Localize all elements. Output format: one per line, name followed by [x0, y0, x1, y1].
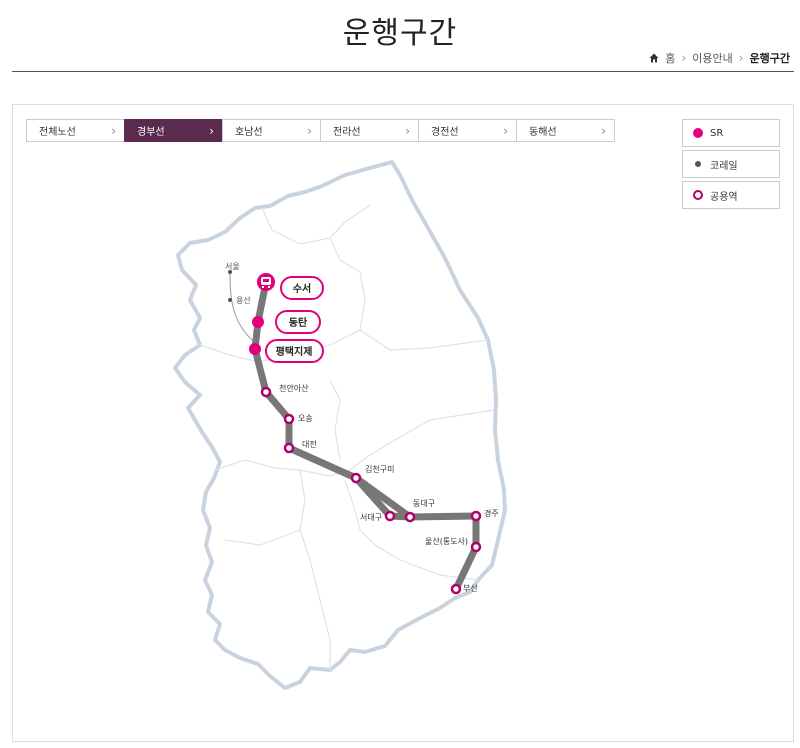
korea-outline: [173, 160, 507, 690]
station-daejeon[interactable]: [283, 442, 295, 454]
station-label: 서울: [225, 262, 240, 271]
station-gyeongju[interactable]: [470, 510, 482, 522]
station-osong[interactable]: [283, 413, 295, 425]
station-label: 평택지제: [276, 345, 313, 358]
station-cheonan-asan[interactable]: [260, 386, 272, 398]
station-ulsan[interactable]: [470, 541, 482, 553]
station-yongsan-dot[interactable]: [228, 298, 232, 302]
station-label: 울산(통도사): [425, 536, 468, 546]
station-label: 부산: [463, 583, 478, 593]
station-seodaegu[interactable]: [384, 510, 396, 522]
station-busan[interactable]: [450, 583, 462, 595]
station-label: 용산: [236, 295, 251, 305]
station-dongdaegu[interactable]: [404, 511, 416, 523]
station-label: 오송: [298, 414, 313, 423]
station-gimcheon-gumi[interactable]: [350, 472, 362, 484]
station-label: 경주: [484, 508, 499, 518]
station-label: 동탄: [289, 316, 308, 329]
station-label: 대전: [302, 439, 317, 449]
station-label: 서대구: [360, 513, 382, 522]
station-label: 천안아산: [279, 383, 309, 393]
station-label: 동대구: [413, 499, 435, 508]
station-label: 수서: [293, 282, 311, 295]
korea-route-map: 수서 동탄 평택지제 서울 용산 천안아산 오송 대전 김천구미 서대구 동대구…: [173, 160, 507, 690]
station-label: 김천구미: [365, 464, 394, 474]
